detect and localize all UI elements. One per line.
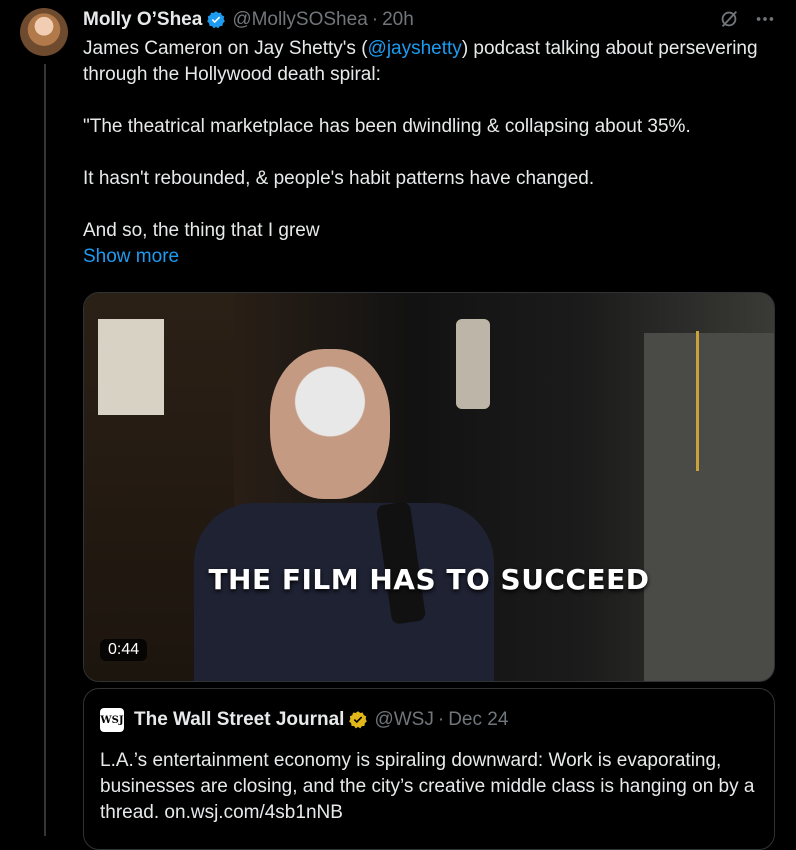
speaker-head <box>270 349 390 499</box>
video-duration-badge: 0:44 <box>100 639 148 661</box>
quoted-author-handle: @WSJ <box>374 709 434 730</box>
separator-dot: · <box>371 9 379 30</box>
wsj-logo: WSJ <box>100 708 124 732</box>
tweet-text-line: "The theatrical marketplace has been dwi… <box>83 116 691 137</box>
separator-dot: · <box>437 709 445 730</box>
lamp-stand <box>696 331 699 471</box>
show-more-link[interactable]: Show more <box>83 244 773 270</box>
mention-link[interactable]: @jayshetty <box>368 38 462 59</box>
grok-icon[interactable] <box>718 8 740 30</box>
quoted-tweet-header: WSJ The Wall Street Journal @WSJ · Dec 2… <box>100 708 508 732</box>
quoted-tweet-timestamp: Dec 24 <box>448 709 509 730</box>
tweet-timestamp[interactable]: 20h <box>382 9 414 31</box>
lamp-background <box>644 333 774 681</box>
vase-decor <box>456 319 490 409</box>
header-actions <box>718 8 776 30</box>
author-display-name[interactable]: Molly O’Shea <box>83 9 202 31</box>
tweet-text-line: James Cameron on Jay Shetty's (@jayshett… <box>83 36 773 88</box>
video-player[interactable]: THE FILM HAS TO SUCCEED 0:44 <box>83 292 775 682</box>
quoted-tweet-card[interactable]: WSJ The Wall Street Journal @WSJ · Dec 2… <box>83 688 775 850</box>
tweet-body: James Cameron on Jay Shetty's (@jayshett… <box>83 36 773 270</box>
more-icon[interactable] <box>754 8 776 30</box>
tweet-text-line: And so, the thing that I grew <box>83 220 320 241</box>
wall-picture <box>98 319 164 415</box>
quoted-tweet-text: L.A.’s entertainment economy is spiralin… <box>100 750 755 823</box>
text-segment: James Cameron on Jay Shetty's ( <box>83 38 368 59</box>
avatar[interactable] <box>20 8 68 56</box>
tweet-header: Molly O’Shea @MollySOShea · 20h <box>83 8 776 32</box>
gold-verified-badge-icon <box>348 710 368 730</box>
verified-badge-icon[interactable] <box>206 10 226 30</box>
tweet-text-line: It hasn't rebounded, & people's habit pa… <box>83 168 595 189</box>
author-handle[interactable]: @MollySOShea <box>232 9 367 31</box>
video-caption: THE FILM HAS TO SUCCEED <box>208 563 650 596</box>
quoted-author-display-name: The Wall Street Journal <box>134 709 345 730</box>
thread-connector-line <box>44 64 46 836</box>
